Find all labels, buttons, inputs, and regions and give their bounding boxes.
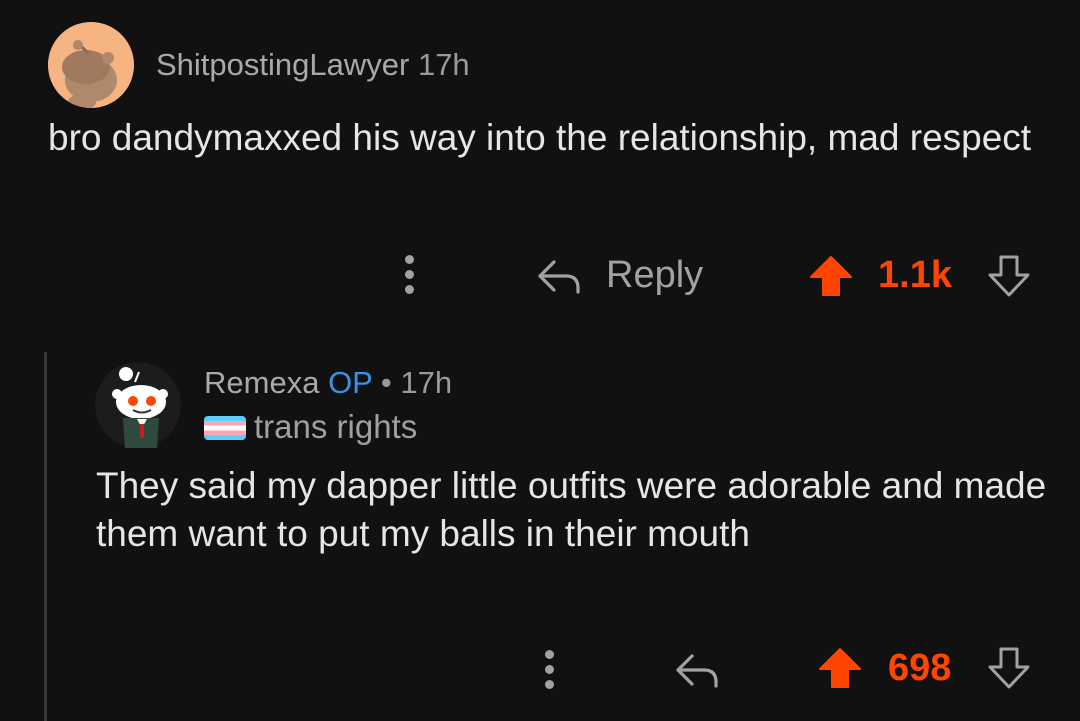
trans-flag-icon (204, 416, 246, 440)
upvote-button[interactable] (817, 646, 863, 695)
snoo-avatar-icon (48, 22, 134, 108)
downvote-arrow-icon (988, 255, 1030, 297)
reply-button[interactable] (674, 650, 722, 695)
avatar[interactable] (95, 362, 181, 448)
comment-meta: Remexa OP • 17h (204, 365, 452, 401)
username[interactable]: ShitpostingLawyer (156, 47, 409, 82)
username[interactable]: Remexa (204, 365, 319, 400)
comment-body: They said my dapper little outfits were … (96, 465, 1047, 554)
meta-separator: • (380, 365, 392, 400)
flair-text: trans rights (254, 408, 418, 445)
upvote-arrow-icon (819, 648, 861, 688)
thread-line[interactable] (44, 352, 47, 721)
comment-meta: ShitpostingLawyer 17h (156, 47, 470, 83)
downvote-arrow-icon (988, 647, 1030, 689)
timestamp: 17h (400, 365, 453, 400)
timestamp: 17h (417, 47, 470, 82)
vote-score: 698 (888, 647, 952, 689)
op-badge: OP (328, 365, 373, 400)
downvote-button[interactable] (986, 254, 1032, 303)
reply-arrow-icon (538, 260, 580, 294)
avatar[interactable] (48, 22, 134, 108)
vote-score: 1.1k (878, 254, 952, 296)
upvote-arrow-icon (810, 256, 852, 296)
snoo-avatar-icon (95, 362, 181, 448)
reply-label: Reply (606, 254, 704, 296)
user-flair: trans rights (204, 408, 417, 446)
upvote-button[interactable] (808, 254, 854, 303)
comment-body: bro dandymaxxed his way into the relatio… (48, 117, 1032, 158)
downvote-button[interactable] (986, 646, 1032, 695)
more-options-icon[interactable] (545, 650, 554, 695)
reply-arrow-icon (676, 654, 718, 688)
more-options-icon[interactable] (405, 255, 414, 300)
